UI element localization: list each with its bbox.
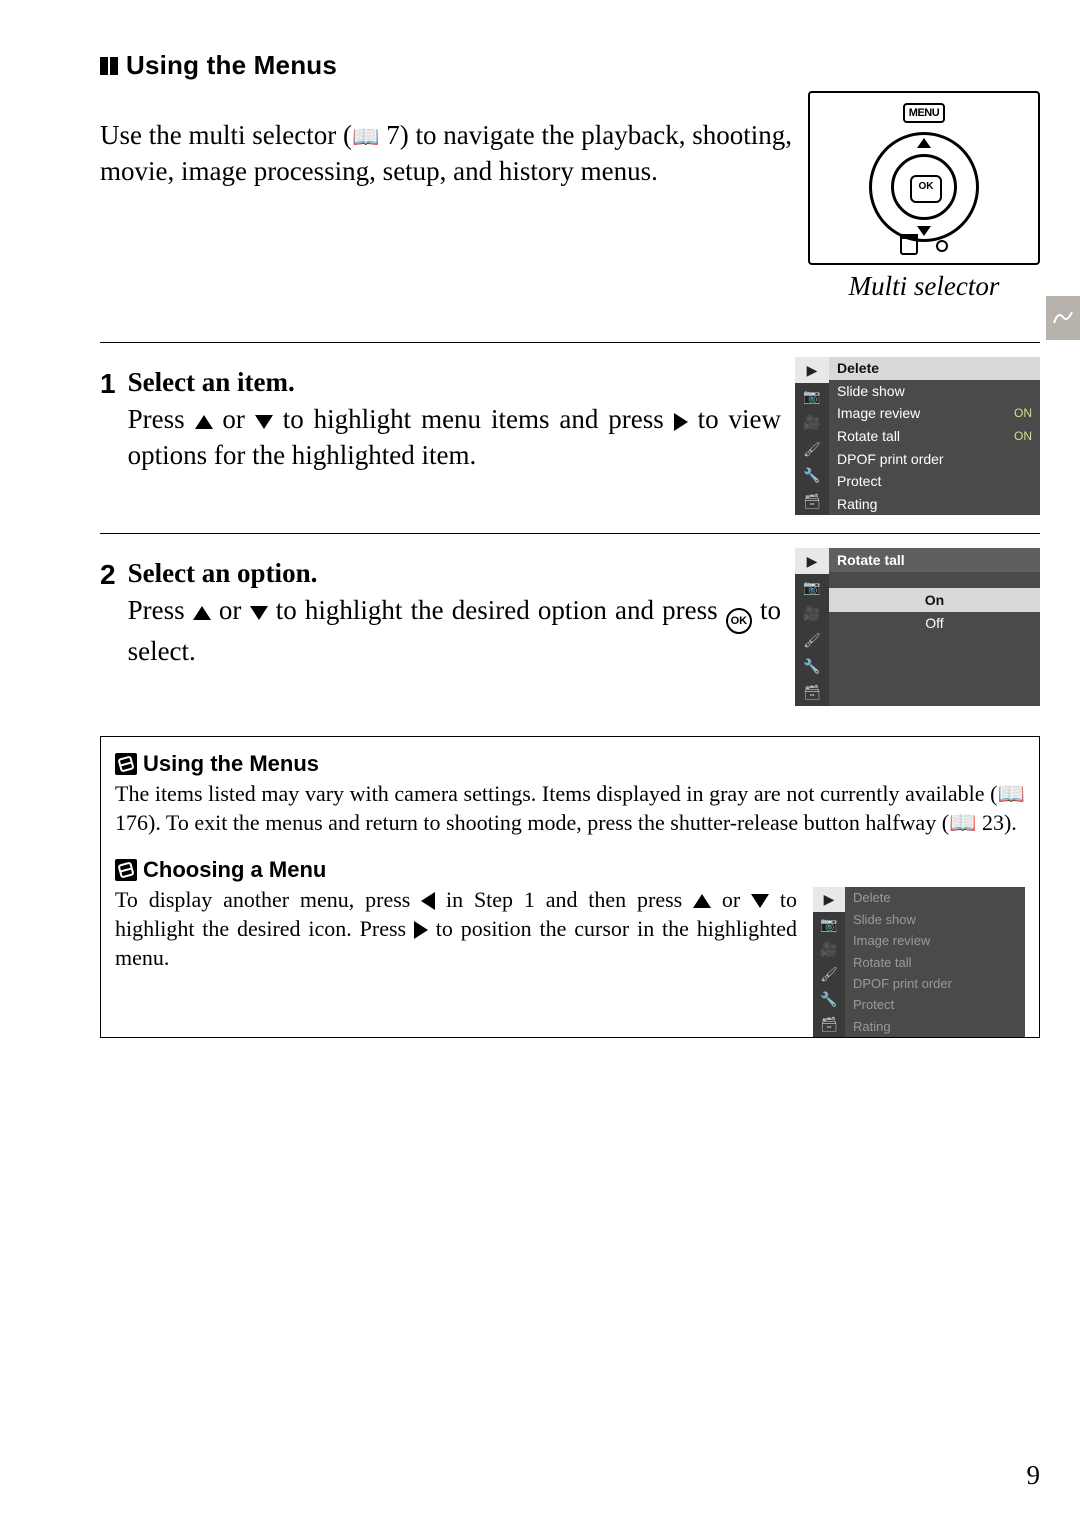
step-title: Select an option. — [128, 558, 781, 589]
menu-item: Rotate tallON — [829, 425, 1040, 448]
section-tab-icon — [1046, 296, 1080, 340]
note-heading: Using the Menus — [143, 753, 319, 775]
menu-item: Protect — [845, 994, 1025, 1015]
menu-item: Image review — [845, 930, 1025, 951]
note-text: The items listed may vary with camera se… — [115, 779, 1025, 837]
down-arrow-icon — [255, 415, 273, 429]
figure-caption: Multi selector — [808, 271, 1040, 302]
menu-item: Slide show — [829, 380, 1040, 403]
tab-movie-icon: 🎥 — [813, 937, 845, 962]
tab-playback-icon: ▶ — [795, 548, 829, 574]
tab-recent-icon: 🗃 — [795, 680, 829, 706]
menu-item: Slide show — [845, 908, 1025, 929]
tab-setup-icon: 🔧 — [795, 462, 829, 488]
intro-paragraph: Use the multi selector (📖 7) to navigate… — [100, 118, 792, 189]
tab-playback-icon: ▶ — [813, 887, 845, 912]
tab-recent-icon: 🗃 — [813, 1012, 845, 1037]
step-body: Press or to highlight the desired option… — [128, 593, 781, 670]
tab-movie-icon: 🎥 — [795, 410, 829, 436]
heading-title: Using the Menus — [126, 50, 337, 81]
left-arrow-icon — [421, 892, 435, 910]
ok-button-icon: OK — [726, 608, 752, 634]
tab-setup-icon: 🔧 — [813, 987, 845, 1012]
section-heading: Using the Menus — [100, 50, 1040, 81]
menu-item: Delete — [829, 357, 1040, 380]
tab-shooting-icon: 📷 — [813, 912, 845, 937]
trash-icon — [900, 237, 918, 255]
note-badge-icon — [115, 753, 137, 775]
up-arrow-icon — [195, 415, 213, 429]
note-heading: Choosing a Menu — [143, 859, 326, 881]
menu-item: Rating — [829, 492, 1040, 515]
page-ref-icon: 📖 — [352, 124, 379, 149]
up-arrow-icon — [693, 894, 711, 908]
right-arrow-icon — [414, 921, 428, 939]
rec-indicator-icon — [936, 240, 948, 252]
step-number: 2 — [100, 558, 116, 670]
option-item: On — [829, 588, 1040, 612]
multi-selector-figure: MENU OK — [808, 91, 1040, 265]
note-badge-icon — [115, 859, 137, 881]
tab-retouch-icon: 🖌 — [795, 627, 829, 653]
menu-item: Rating — [845, 1016, 1025, 1037]
camera-screenshot-1: ▶ 📷 🎥 🖌 🔧 🗃 DeleteSlide showImage review… — [795, 357, 1040, 515]
menu-item: DPOF print order — [845, 973, 1025, 994]
menu-item: Protect — [829, 470, 1040, 493]
down-arrow-icon — [751, 894, 769, 908]
option-item: Off — [829, 612, 1040, 636]
down-arrow-icon — [917, 226, 931, 236]
note-box: Using the Menus The items listed may var… — [100, 736, 1040, 1038]
camera-screenshot-3: ▶ 📷 🎥 🖌 🔧 🗃 DeleteSlide showImage review… — [813, 887, 1025, 1037]
menu-button-label: MENU — [903, 103, 945, 123]
up-arrow-icon — [193, 606, 211, 620]
step-number: 1 — [100, 367, 116, 473]
menu-item: Image reviewON — [829, 402, 1040, 425]
submenu-header: Rotate tall — [829, 548, 1040, 572]
tab-shooting-icon: 📷 — [795, 574, 829, 600]
heading-marker-icon — [100, 57, 118, 75]
menu-item: DPOF print order — [829, 447, 1040, 470]
tab-shooting-icon: 📷 — [795, 383, 829, 409]
tab-setup-icon: 🔧 — [795, 653, 829, 679]
down-arrow-icon — [250, 606, 268, 620]
manual-page: Using the Menus Use the multi selector (… — [0, 0, 1080, 1521]
tab-retouch-icon: 🖌 — [813, 962, 845, 987]
tab-movie-icon: 🎥 — [795, 601, 829, 627]
tab-recent-icon: 🗃 — [795, 489, 829, 515]
menu-item: Rotate tall — [845, 951, 1025, 972]
step-title: Select an item. — [128, 367, 781, 398]
note-text: To display another menu, press in Step 1… — [115, 885, 797, 972]
step-body: Press or to highlight menu items and pre… — [128, 402, 781, 473]
menu-item: Delete — [845, 887, 1025, 908]
ok-key-icon: OK — [910, 175, 942, 203]
page-number: 9 — [1027, 1460, 1041, 1491]
camera-screenshot-2: ▶ 📷 🎥 🖌 🔧 🗃 Rotate tall OnOff — [795, 548, 1040, 706]
right-arrow-icon — [674, 413, 688, 431]
tab-playback-icon: ▶ — [795, 357, 829, 383]
tab-retouch-icon: 🖌 — [795, 436, 829, 462]
up-arrow-icon — [917, 138, 931, 148]
